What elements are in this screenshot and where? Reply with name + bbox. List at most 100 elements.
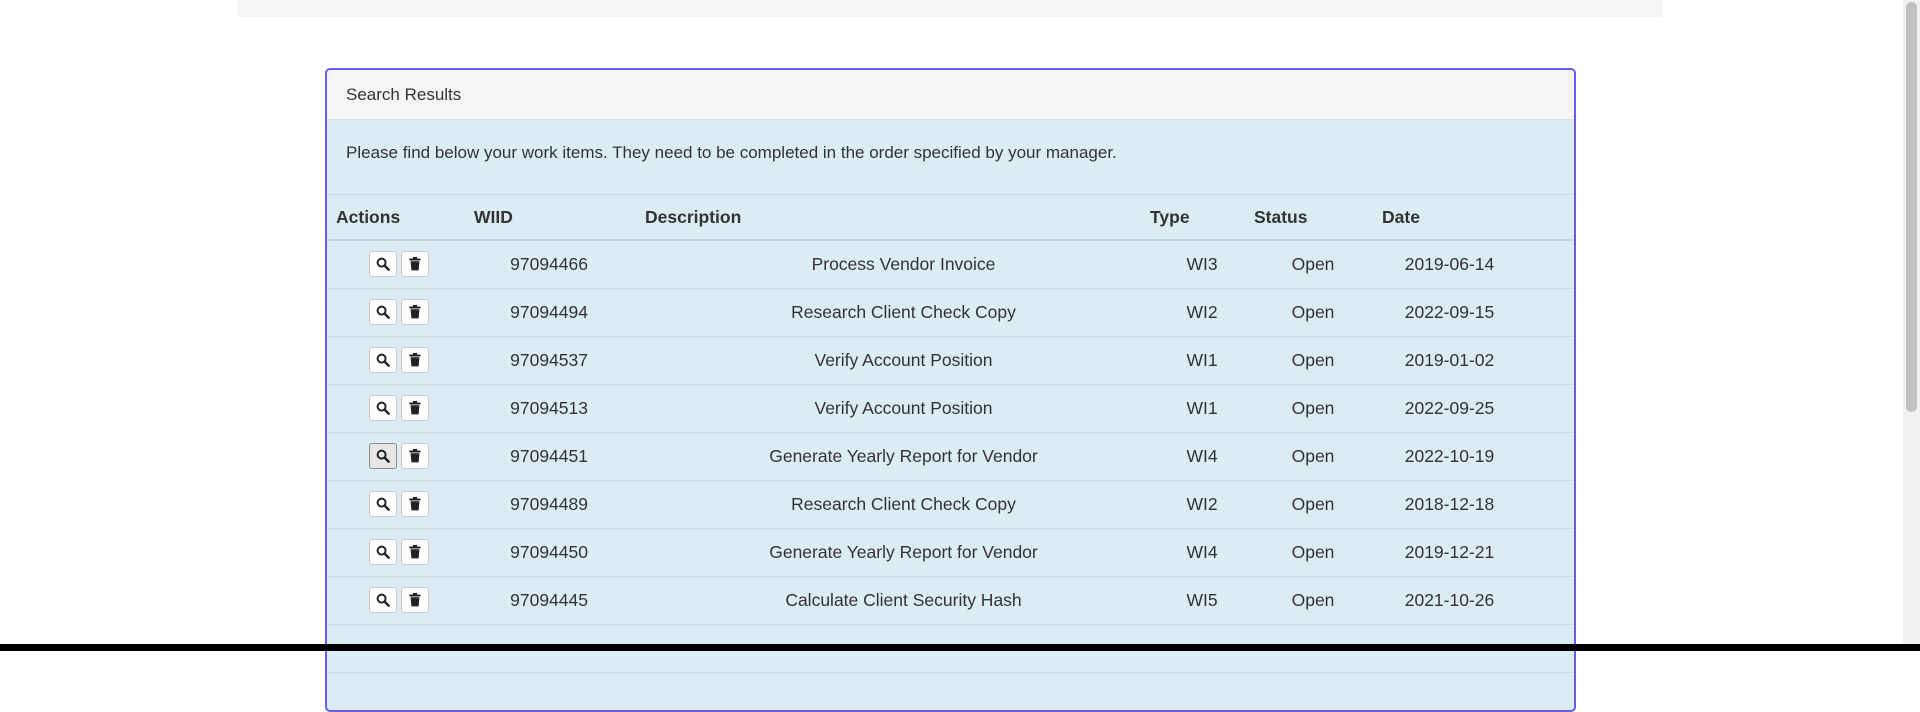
cell-type: WI4	[1150, 528, 1254, 576]
cell-type: WI1	[1150, 384, 1254, 432]
cell-status: Open	[1254, 528, 1382, 576]
table-row: 97094450Generate Yearly Report for Vendo…	[327, 528, 1574, 576]
row-actions	[327, 336, 474, 384]
cell-description: Verify Account Position	[645, 336, 1150, 384]
delete-button[interactable]	[401, 299, 429, 325]
cell-wiid: 97094450	[474, 528, 645, 576]
cell-date: 2022-09-15	[1382, 288, 1574, 336]
row-actions	[327, 480, 474, 528]
trash-icon	[409, 545, 421, 559]
table-row: 97094445Calculate Client Security HashWI…	[327, 576, 1574, 624]
row-actions	[327, 432, 474, 480]
table-row: 97094537Verify Account PositionWI1Open20…	[327, 336, 1574, 384]
cell-wiid: 97094489	[474, 480, 645, 528]
view-button[interactable]	[369, 347, 397, 373]
cell-type: WI2	[1150, 480, 1254, 528]
cell-wiid: 97094513	[474, 384, 645, 432]
work-items-table: Actions WIID Description Type Status Dat…	[327, 195, 1574, 673]
trash-icon	[409, 593, 421, 607]
delete-button[interactable]	[401, 587, 429, 613]
cell-status: Open	[1254, 384, 1382, 432]
row-actions	[327, 384, 474, 432]
search-icon	[376, 497, 390, 511]
header-status: Status	[1254, 195, 1382, 240]
cell-date: 2021-10-26	[1382, 576, 1574, 624]
cell-status: Open	[1254, 288, 1382, 336]
scrollbar-thumb[interactable]	[1906, 2, 1917, 412]
cell-description: Calculate Client Security Hash	[645, 576, 1150, 624]
trash-icon	[409, 353, 421, 367]
cell-date: 2019-12-21	[1382, 528, 1574, 576]
cell-description: Research Client Check Copy	[645, 480, 1150, 528]
cell-status: Open	[1254, 432, 1382, 480]
delete-button[interactable]	[401, 443, 429, 469]
row-actions	[327, 528, 474, 576]
cell-description: Process Vendor Invoice	[645, 240, 1150, 288]
cell-type: WI3	[1150, 240, 1254, 288]
delete-button[interactable]	[401, 347, 429, 373]
search-icon	[376, 593, 390, 607]
trash-icon	[409, 257, 421, 271]
cell-status: Open	[1254, 336, 1382, 384]
cell-date: 2019-06-14	[1382, 240, 1574, 288]
view-button[interactable]	[369, 587, 397, 613]
search-icon	[376, 449, 390, 463]
search-icon	[376, 305, 390, 319]
view-button[interactable]	[369, 299, 397, 325]
cell-wiid: 97094494	[474, 288, 645, 336]
delete-button[interactable]	[401, 251, 429, 277]
view-button[interactable]	[369, 539, 397, 565]
cell-type: WI2	[1150, 288, 1254, 336]
header-actions: Actions	[327, 195, 474, 240]
taskbar-edge	[0, 644, 1920, 651]
cell-wiid: 97094451	[474, 432, 645, 480]
row-actions	[327, 288, 474, 336]
view-button[interactable]	[369, 443, 397, 469]
cell-description: Generate Yearly Report for Vendor	[645, 432, 1150, 480]
cell-description: Verify Account Position	[645, 384, 1150, 432]
search-icon	[376, 353, 390, 367]
table-row: 97094466Process Vendor InvoiceWI3Open201…	[327, 240, 1574, 288]
search-icon	[376, 257, 390, 271]
table-row: 97094494Research Client Check CopyWI2Ope…	[327, 288, 1574, 336]
table-row: 97094451Generate Yearly Report for Vendo…	[327, 432, 1574, 480]
cell-type: WI4	[1150, 432, 1254, 480]
row-actions	[327, 576, 474, 624]
delete-button[interactable]	[401, 395, 429, 421]
cell-date: 2019-01-02	[1382, 336, 1574, 384]
cell-status: Open	[1254, 480, 1382, 528]
cell-date: 2022-09-25	[1382, 384, 1574, 432]
table-row: 97094513Verify Account PositionWI1Open20…	[327, 384, 1574, 432]
cell-status: Open	[1254, 576, 1382, 624]
view-button[interactable]	[369, 395, 397, 421]
panel-intro-text: Please find below your work items. They …	[327, 120, 1574, 195]
cell-date: 2022-10-19	[1382, 432, 1574, 480]
search-icon	[376, 401, 390, 415]
header-date: Date	[1382, 195, 1574, 240]
trash-icon	[409, 305, 421, 319]
trash-icon	[409, 497, 421, 511]
vertical-scrollbar[interactable]	[1903, 0, 1920, 644]
header-type: Type	[1150, 195, 1254, 240]
delete-button[interactable]	[401, 539, 429, 565]
search-results-panel: Search Results Please find below your wo…	[325, 68, 1576, 712]
top-navbar-strip	[237, 0, 1662, 17]
panel-title: Search Results	[327, 70, 1574, 120]
cell-description: Generate Yearly Report for Vendor	[645, 528, 1150, 576]
view-button[interactable]	[369, 491, 397, 517]
cell-wiid: 97094445	[474, 576, 645, 624]
table-row: 97094489Research Client Check CopyWI2Ope…	[327, 480, 1574, 528]
view-button[interactable]	[369, 251, 397, 277]
cell-type: WI5	[1150, 576, 1254, 624]
table-header-row: Actions WIID Description Type Status Dat…	[327, 195, 1574, 240]
row-actions	[327, 240, 474, 288]
cell-wiid: 97094466	[474, 240, 645, 288]
trash-icon	[409, 401, 421, 415]
cell-status: Open	[1254, 240, 1382, 288]
cell-description: Research Client Check Copy	[645, 288, 1150, 336]
header-wiid: WIID	[474, 195, 645, 240]
delete-button[interactable]	[401, 491, 429, 517]
search-icon	[376, 545, 390, 559]
trash-icon	[409, 449, 421, 463]
cell-wiid: 97094537	[474, 336, 645, 384]
